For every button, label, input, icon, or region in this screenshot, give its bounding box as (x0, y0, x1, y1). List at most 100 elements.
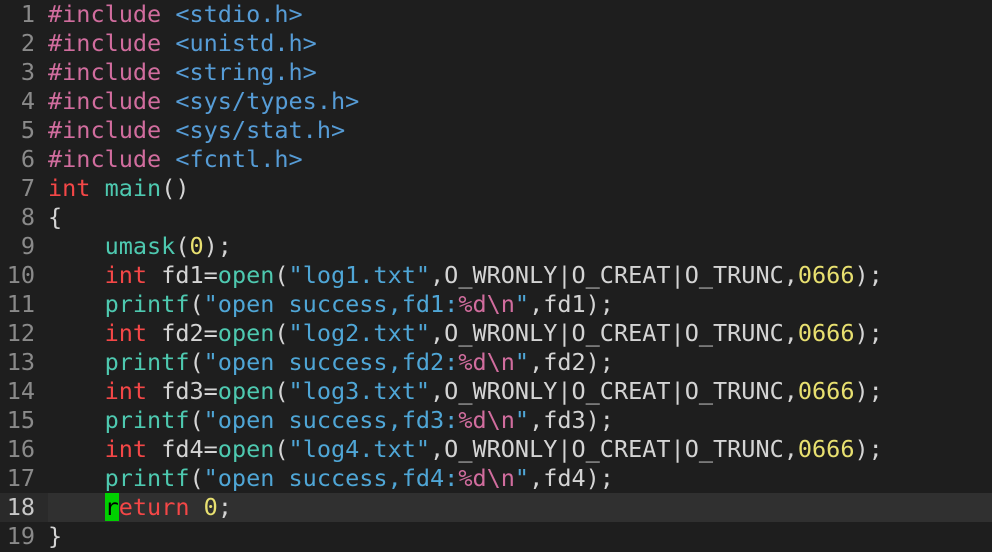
code-token: <sys/types.h> (175, 87, 360, 115)
code-token: printf (104, 464, 190, 492)
line-number: 8 (20, 203, 35, 231)
code-line[interactable]: 9 umask(0); (0, 232, 992, 261)
code-editor[interactable]: 1 #include <stdio.h> 2 #include <unistd.h> 3… (0, 0, 992, 552)
code-token: printf (104, 406, 190, 434)
code-token: <string.h> (175, 58, 317, 86)
code-line[interactable]: 5 #include <sys/stat.h> (0, 116, 992, 145)
code-token: ( (189, 290, 204, 318)
code-token: main (104, 174, 162, 202)
code-token: ( (189, 464, 204, 492)
code-line[interactable]: 1 #include <stdio.h> (0, 0, 992, 29)
line-code[interactable]: int fd3=open("log3.txt",O_WRONLY|O_CREAT… (48, 377, 992, 406)
line-code[interactable]: umask(0); (48, 232, 992, 261)
line-code[interactable]: printf("open success,fd3:%d\n",fd3); (48, 406, 992, 435)
code-token: int (104, 377, 148, 405)
line-code[interactable]: int main() (48, 174, 992, 203)
line-code[interactable]: printf("open success,fd2:%d\n",fd2); (48, 348, 992, 377)
code-token: ; (217, 493, 232, 521)
code-token: #include (48, 145, 162, 173)
code-token: { (48, 203, 63, 231)
code-token: open (217, 435, 275, 463)
code-token: " (514, 290, 530, 318)
code-line[interactable]: 6 #include <fcntl.h> (0, 145, 992, 174)
code-token: ,O_WRONLY|O_CREAT|O_TRUNC, (430, 319, 798, 347)
code-token: ); (854, 435, 883, 463)
code-token: %d\n (458, 406, 515, 434)
code-token: 0666 (797, 435, 855, 463)
code-token: 0 (203, 493, 218, 521)
line-code[interactable]: return 0; (48, 493, 992, 522)
line-code[interactable]: #include <sys/stat.h> (48, 116, 992, 145)
code-token: open (217, 319, 275, 347)
line-code[interactable]: printf("open success,fd4:%d\n",fd4); (48, 464, 992, 493)
line-code[interactable]: { (48, 203, 992, 232)
line-code[interactable]: #include <sys/types.h> (48, 87, 992, 116)
code-token: ); (854, 377, 883, 405)
code-token: %d\n (458, 464, 515, 492)
code-line[interactable]: 13 printf("open success,fd2:%d\n",fd2); (0, 348, 992, 377)
line-code[interactable]: #include <fcntl.h> (48, 145, 992, 174)
code-token: int (104, 435, 148, 463)
code-token: printf (104, 290, 190, 318)
code-token: ( (189, 348, 204, 376)
line-number: 10 (6, 261, 35, 289)
code-token: open (217, 261, 275, 289)
code-token: fd3= (147, 377, 218, 405)
code-line[interactable]: 15 printf("open success,fd3:%d\n",fd3); (0, 406, 992, 435)
code-token: umask (104, 232, 176, 260)
code-token: " (514, 348, 530, 376)
line-number: 11 (6, 290, 35, 318)
code-line[interactable]: 7 int main() (0, 174, 992, 203)
line-code[interactable]: } (48, 522, 992, 551)
code-line[interactable]: 2 #include <unistd.h> (0, 29, 992, 58)
code-token: ( (274, 377, 289, 405)
code-line[interactable]: 3 #include <string.h> (0, 58, 992, 87)
line-code[interactable]: #include <string.h> (48, 58, 992, 87)
line-number: 17 (6, 464, 35, 492)
code-token: "log3.txt" (288, 377, 431, 405)
code-token: #include (48, 87, 162, 115)
line-number: 18 (6, 493, 35, 521)
code-line[interactable]: 14 int fd3=open("log3.txt",O_WRONLY|O_CR… (0, 377, 992, 406)
line-number: 6 (20, 145, 35, 173)
line-code[interactable]: int fd4=open("log4.txt",O_WRONLY|O_CREAT… (48, 435, 992, 464)
code-line[interactable]: 16 int fd4=open("log4.txt",O_WRONLY|O_CR… (0, 435, 992, 464)
code-line[interactable]: 12 int fd2=open("log2.txt",O_WRONLY|O_CR… (0, 319, 992, 348)
text-cursor: r (104, 493, 119, 521)
code-token: <stdio.h> (175, 0, 303, 28)
code-token: #include (48, 29, 162, 57)
code-line[interactable]: 11 printf("open success,fd1:%d\n",fd1); (0, 290, 992, 319)
code-token: int (104, 261, 148, 289)
code-line[interactable]: 19} (0, 522, 992, 551)
line-code[interactable]: int fd1=open("log1.txt",O_WRONLY|O_CREAT… (48, 261, 992, 290)
line-code[interactable]: #include <stdio.h> (48, 0, 992, 29)
line-code[interactable]: #include <unistd.h> (48, 29, 992, 58)
code-line[interactable]: 8{ (0, 203, 992, 232)
code-token: int (104, 319, 148, 347)
code-token: 0666 (797, 377, 855, 405)
code-line[interactable]: 17 printf("open success,fd4:%d\n",fd4); (0, 464, 992, 493)
line-code[interactable]: int fd2=open("log2.txt",O_WRONLY|O_CREAT… (48, 319, 992, 348)
code-token: ,O_WRONLY|O_CREAT|O_TRUNC, (430, 435, 798, 463)
code-line-current[interactable]: 18 return 0; (0, 493, 992, 522)
code-token: eturn (118, 493, 190, 521)
line-number: 1 (20, 0, 35, 28)
code-line[interactable]: 10 int fd1=open("log1.txt",O_WRONLY|O_CR… (0, 261, 992, 290)
code-token: <unistd.h> (175, 29, 317, 57)
line-code[interactable]: printf("open success,fd1:%d\n",fd1); (48, 290, 992, 319)
line-number: 13 (6, 348, 35, 376)
code-token: ( (189, 406, 204, 434)
code-line[interactable]: 4 #include <sys/types.h> (0, 87, 992, 116)
